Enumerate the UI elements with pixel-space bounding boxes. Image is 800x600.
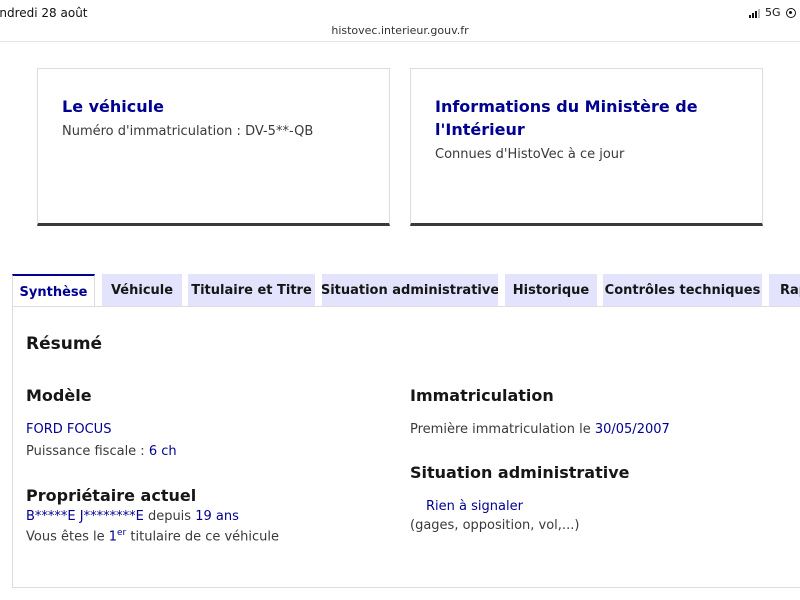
location-icon: [785, 7, 796, 18]
owner-since-value: 19 ans: [195, 509, 239, 524]
tab-situation-administrative[interactable]: Situation administrative: [322, 274, 498, 307]
status-bar: endredi 28 août 5G 6!: [0, 0, 800, 24]
admin-status: Rien à signaler: [426, 499, 523, 514]
url-text: histovec.interieur.gouv.fr: [331, 24, 469, 37]
vehicle-card: Le véhicule Numéro d'immatriculation : D…: [37, 68, 390, 226]
model-title: Modèle: [26, 386, 92, 405]
holder-rank-line: Vous êtes le 1er titulaire de ce véhicul…: [26, 528, 279, 544]
owner-name: B*****E J********E: [26, 509, 144, 524]
holder-rank: 1: [108, 529, 118, 545]
tab-rapport[interactable]: Rap: [769, 274, 800, 307]
status-date: endredi 28 août: [0, 6, 88, 20]
first-registration: Première immatriculation le 30/05/2007: [410, 422, 670, 437]
holder-rank-sup: er: [117, 528, 127, 538]
admin-detail: (gages, opposition, vol,...): [410, 518, 580, 533]
vehicle-card-title: Le véhicule: [62, 97, 164, 116]
network-label: 5G: [765, 6, 781, 19]
fiscal-power-value: 6 ch: [148, 444, 177, 459]
owner-title: Propriétaire actuel: [26, 486, 197, 505]
tab-historique[interactable]: Historique: [505, 274, 597, 307]
fiscal-power: Puissance fiscale : 6 ch: [26, 444, 177, 459]
vehicle-plate-text: Numéro d'immatriculation : DV-5**-QB: [62, 124, 314, 139]
status-indicators: 5G 6!: [749, 6, 800, 19]
first-registration-date: 30/05/2007: [594, 422, 670, 437]
model-name: FORD FOCUS: [26, 422, 112, 437]
signal-icon: [749, 8, 761, 18]
tab-controles-techniques[interactable]: Contrôles techniques: [603, 274, 762, 307]
synthese-panel: Résumé Modèle FORD FOCUS Puissance fisca…: [12, 306, 800, 588]
ministry-card: Informations du Ministère de l'Intérieur…: [410, 68, 763, 226]
admin-title: Situation administrative: [410, 463, 630, 482]
owner-line: B*****E J********E depuis 19 ans: [26, 509, 239, 524]
tab-titulaire-titre[interactable]: Titulaire et Titre: [188, 274, 315, 307]
ministry-card-text: Connues d'HistoVec à ce jour: [435, 147, 625, 162]
owner-since-label: depuis: [143, 509, 196, 524]
tab-bar: Synthèse Véhicule Titulaire et Titre Sit…: [12, 274, 800, 308]
first-registration-label: Première immatriculation le: [410, 422, 595, 437]
registration-title: Immatriculation: [410, 386, 554, 405]
tab-vehicule[interactable]: Véhicule: [102, 274, 182, 307]
fiscal-power-label: Puissance fiscale :: [26, 444, 149, 459]
tab-synthese[interactable]: Synthèse: [12, 274, 95, 308]
ministry-card-title: Informations du Ministère de l'Intérieur: [435, 97, 698, 139]
holder-suffix: titulaire de ce véhicule: [126, 529, 280, 545]
url-bar[interactable]: histovec.interieur.gouv.fr: [0, 24, 800, 42]
holder-prefix: Vous êtes le: [26, 529, 109, 545]
summary-title: Résumé: [26, 334, 103, 354]
